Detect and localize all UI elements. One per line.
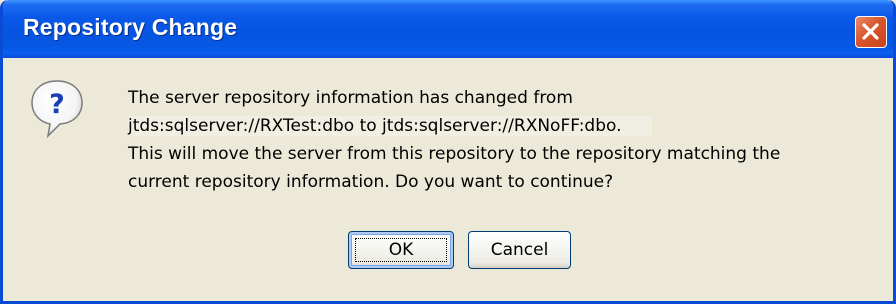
close-button[interactable] <box>855 16 887 48</box>
message-line-2: jtds:sqlserver://RXTest:dbo to jtds:sqls… <box>128 116 652 136</box>
cancel-button-label: Cancel <box>490 240 549 260</box>
close-icon <box>862 23 879 40</box>
message-line-4: current repository information. Do you w… <box>128 172 614 192</box>
ok-button[interactable]: OK <box>348 231 454 269</box>
repository-change-dialog: Repository Change ? The server repositor… <box>0 0 896 304</box>
cancel-button[interactable]: Cancel <box>468 231 571 269</box>
message-line-2-wrap: jtds:sqlserver://RXTest:dbo to jtds:sqls… <box>128 112 780 140</box>
message-text: The server repository information has ch… <box>128 84 780 196</box>
question-icon: ? <box>31 80 83 139</box>
message-line-1: The server repository information has ch… <box>128 88 573 108</box>
message-line-3: This will move the server from this repo… <box>128 144 781 164</box>
ok-button-label: OK <box>388 240 414 260</box>
title-bar[interactable]: Repository Change <box>3 0 893 58</box>
svg-text:?: ? <box>49 89 65 120</box>
dialog-title: Repository Change <box>23 14 238 40</box>
dialog-body: ? The server repository information has … <box>3 58 893 301</box>
